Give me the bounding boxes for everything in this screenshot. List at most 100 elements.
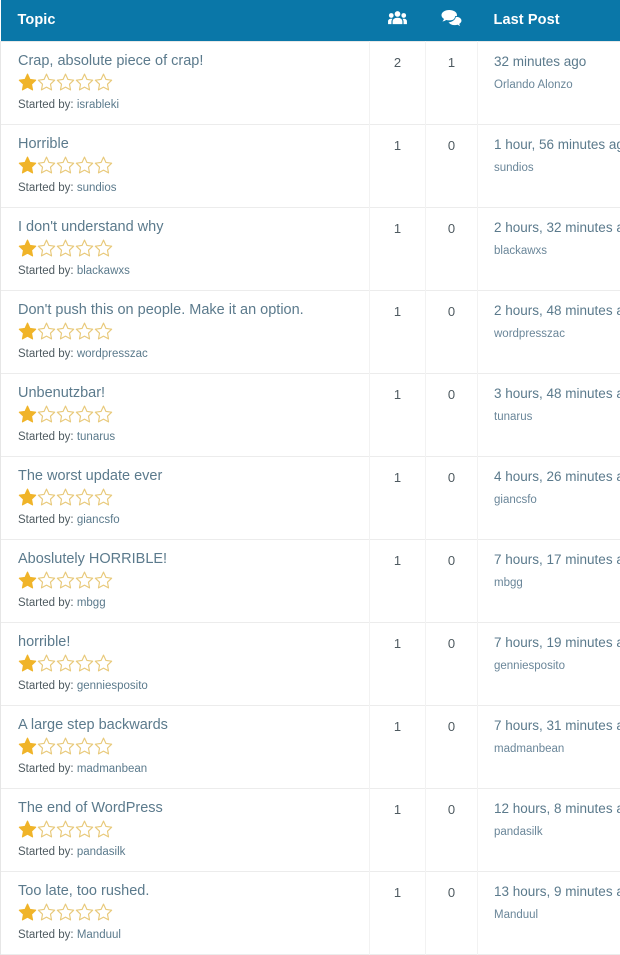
started-by-author-link[interactable]: giancsfo xyxy=(77,514,120,526)
last-post-time-link[interactable]: 2 hours, 32 minutes ago xyxy=(494,219,620,236)
topic-title-link[interactable]: I don't understand why xyxy=(18,219,361,236)
voices-count: 1 xyxy=(370,207,426,290)
started-by-label: Started by: xyxy=(18,763,74,775)
last-post-author-link[interactable]: genniesposito xyxy=(494,659,620,673)
topic-title-link[interactable]: Don't push this on people. Make it an op… xyxy=(18,302,361,319)
last-post-time-link[interactable]: 7 hours, 31 minutes ago xyxy=(494,717,620,734)
star-empty-icon xyxy=(56,654,75,673)
last-post-author-link[interactable]: madmanbean xyxy=(494,742,620,756)
started-by-author-link[interactable]: tunarus xyxy=(77,431,115,443)
table-row[interactable]: horrible!Started by: genniesposito107 ho… xyxy=(1,622,620,705)
star-empty-icon xyxy=(94,820,113,839)
last-post-time-link[interactable]: 32 minutes ago xyxy=(494,53,620,70)
replies-count: 0 xyxy=(426,290,478,373)
table-row[interactable]: HorribleStarted by: sundios101 hour, 56 … xyxy=(1,124,620,207)
star-empty-icon xyxy=(56,903,75,922)
last-post-author-link[interactable]: blackawxs xyxy=(494,244,620,258)
star-rating xyxy=(18,571,361,590)
forum-topic-list: Topic xyxy=(0,0,620,955)
started-by-author-link[interactable]: Manduul xyxy=(77,929,121,941)
started-by-author-link[interactable]: isrableki xyxy=(77,99,119,111)
topic-title-link[interactable]: Horrible xyxy=(18,136,361,153)
voices-count: 1 xyxy=(370,373,426,456)
replies-count: 0 xyxy=(426,788,478,871)
started-by-label: Started by: xyxy=(18,846,74,858)
last-post-author-link[interactable]: tunarus xyxy=(494,410,620,424)
last-post-author-link[interactable]: pandasilk xyxy=(494,825,620,839)
started-by: Started by: pandasilk xyxy=(18,845,361,859)
star-empty-icon xyxy=(94,737,113,756)
star-empty-icon xyxy=(37,156,56,175)
last-post-time-link[interactable]: 7 hours, 17 minutes ago xyxy=(494,551,620,568)
topic-title-link[interactable]: A large step backwards xyxy=(18,717,361,734)
star-empty-icon xyxy=(37,571,56,590)
voices-count: 1 xyxy=(370,622,426,705)
table-row[interactable]: I don't understand whyStarted by: blacka… xyxy=(1,207,620,290)
started-by-author-link[interactable]: wordpresszac xyxy=(77,348,148,360)
replies-count: 1 xyxy=(426,41,478,124)
star-rating xyxy=(18,322,361,341)
star-empty-icon xyxy=(56,322,75,341)
table-row[interactable]: Crap, absolute piece of crap! Started by:… xyxy=(1,41,620,124)
column-header-voices[interactable] xyxy=(370,0,426,41)
star-rating xyxy=(18,239,361,258)
last-post-author-link[interactable]: giancsfo xyxy=(494,493,620,507)
last-post-time-link[interactable]: 13 hours, 9 minutes ago xyxy=(494,883,620,900)
voices-count: 1 xyxy=(370,456,426,539)
started-by: Started by: mbgg xyxy=(18,596,361,610)
replies-count: 0 xyxy=(426,539,478,622)
star-filled-icon xyxy=(18,322,37,341)
started-by: Started by: genniesposito xyxy=(18,679,361,693)
table-row[interactable]: A large step backwards Started by: madman… xyxy=(1,705,620,788)
topic-cell: Unbenutzbar!Started by: tunarus xyxy=(1,373,370,456)
star-empty-icon xyxy=(37,654,56,673)
last-post-time-link[interactable]: 4 hours, 26 minutes ago xyxy=(494,468,620,485)
last-post-author-link[interactable]: Manduul xyxy=(494,908,620,922)
star-empty-icon xyxy=(37,820,56,839)
last-post-author-link[interactable]: mbgg xyxy=(494,576,620,590)
star-empty-icon xyxy=(37,903,56,922)
last-post-author-link[interactable]: Orlando Alonzo xyxy=(494,78,620,92)
last-post-time-link[interactable]: 12 hours, 8 minutes ago xyxy=(494,800,620,817)
star-empty-icon xyxy=(94,322,113,341)
started-by-label: Started by: xyxy=(18,929,74,941)
started-by-author-link[interactable]: madmanbean xyxy=(77,763,147,775)
topic-title-link[interactable]: Too late, too rushed. xyxy=(18,883,361,900)
topic-title-link[interactable]: Unbenutzbar! xyxy=(18,385,361,402)
started-by-author-link[interactable]: genniesposito xyxy=(77,680,148,692)
last-post-time-link[interactable]: 3 hours, 48 minutes ago xyxy=(494,385,620,402)
last-post-cell: 2 hours, 32 minutes ago blackawxs xyxy=(478,207,620,290)
last-post-time-link[interactable]: 2 hours, 48 minutes ago xyxy=(494,302,620,319)
started-by-author-link[interactable]: blackawxs xyxy=(77,265,130,277)
topic-title-link[interactable]: The worst update ever xyxy=(18,468,361,485)
last-post-author-link[interactable]: sundios xyxy=(494,161,620,175)
last-post-cell: 3 hours, 48 minutes ago tunarus xyxy=(478,373,620,456)
topic-title-link[interactable]: horrible! xyxy=(18,634,361,651)
voices-count: 1 xyxy=(370,788,426,871)
topic-cell: The end of WordPress Started by: pandasil… xyxy=(1,788,370,871)
last-post-author-link[interactable]: wordpresszac xyxy=(494,327,620,341)
table-row[interactable]: The end of WordPress Started by: pandasil… xyxy=(1,788,620,871)
topic-title-link[interactable]: Crap, absolute piece of crap! xyxy=(18,53,361,70)
topic-title-link[interactable]: The end of WordPress xyxy=(18,800,361,817)
column-header-topic[interactable]: Topic xyxy=(1,0,370,41)
topic-cell: I don't understand whyStarted by: blacka… xyxy=(1,207,370,290)
star-empty-icon xyxy=(94,156,113,175)
started-by-author-link[interactable]: sundios xyxy=(77,182,117,194)
table-row[interactable]: Don't push this on people. Make it an op… xyxy=(1,290,620,373)
table-row[interactable]: Aboslutely HORRIBLE!Started by: mbgg107 … xyxy=(1,539,620,622)
column-header-last-post[interactable]: Last Post xyxy=(478,0,620,41)
started-by-author-link[interactable]: pandasilk xyxy=(77,846,126,858)
last-post-cell: 7 hours, 31 minutes ago madmanbean xyxy=(478,705,620,788)
topic-title-link[interactable]: Aboslutely HORRIBLE! xyxy=(18,551,361,568)
table-row[interactable]: Unbenutzbar!Started by: tunarus103 hours… xyxy=(1,373,620,456)
table-row[interactable]: The worst update everStarted by: giancsf… xyxy=(1,456,620,539)
star-filled-icon xyxy=(18,239,37,258)
started-by-author-link[interactable]: mbgg xyxy=(77,597,106,609)
table-row[interactable]: Too late, too rushed. Started by: Manduul… xyxy=(1,871,620,954)
replies-count: 0 xyxy=(426,456,478,539)
column-header-replies[interactable] xyxy=(426,0,478,41)
last-post-time-link[interactable]: 7 hours, 19 minutes ago xyxy=(494,634,620,651)
last-post-time-link[interactable]: 1 hour, 56 minutes ago xyxy=(494,136,620,153)
started-by-label: Started by: xyxy=(18,99,74,111)
